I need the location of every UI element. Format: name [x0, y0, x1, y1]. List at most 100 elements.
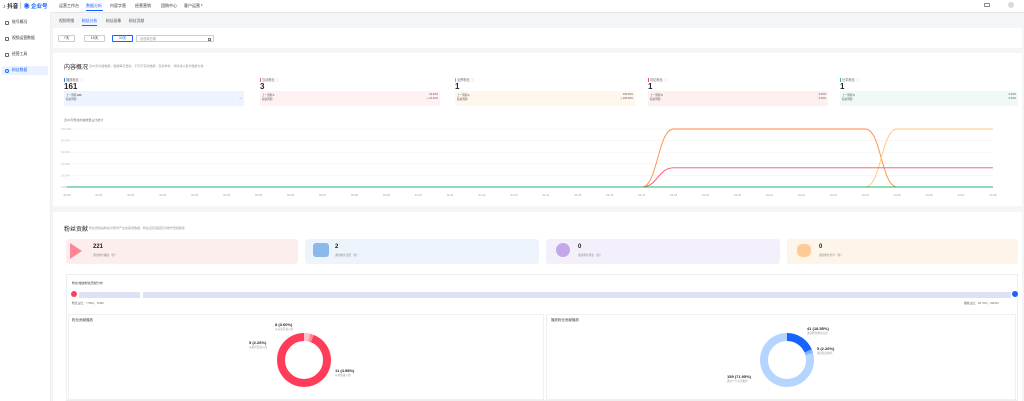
metric-compare-box: 上一周期 0 0.00% 较前周期 0.00% [840, 91, 1018, 106]
row-value: 1 [273, 94, 275, 97]
info-icon[interactable]: ⓘ [471, 77, 474, 82]
row-key: 较前周期 [650, 98, 661, 101]
share-icon [797, 244, 811, 257]
row-percent: 0.00% [1008, 97, 1016, 100]
nav-content[interactable]: 内容字营 [110, 3, 126, 9]
info-icon[interactable]: ⓘ [856, 77, 859, 82]
segment-label: 通过个人主页推荐 [727, 380, 748, 383]
metric-like-fans: 点赞粉丝 ⓘ 1 上一周期 1 100.00% 较前周期 + 100.00% [455, 77, 635, 106]
donut-title-right: 播放粉丝贡献播放 [551, 318, 579, 322]
x-tick-label: 04-23 [830, 193, 837, 197]
donut-right-label-1: 41 (18.55%) 通过粉丝推荐关注 [807, 326, 829, 335]
series-line-2 [67, 167, 993, 188]
fan-card-value: 221 [93, 244, 104, 250]
chart-caption: 近30天粉丝的播放量占比统计 [64, 118, 104, 122]
fan-dot-icon [71, 291, 77, 297]
message-icon[interactable] [984, 3, 990, 7]
sidebar-item-fans[interactable]: 粉丝数据 [2, 66, 48, 75]
douyin-logo[interactable]: ♪ 抖音 [3, 2, 18, 10]
enterprise-logo[interactable]: ◉ 企业号 [24, 2, 48, 10]
nav-group-buy[interactable]: 团购中心 [161, 3, 177, 9]
x-tick-label: 04-13 [511, 193, 518, 197]
y-tick-label: 100.00% [61, 127, 72, 131]
enterprise-icon: ◉ [24, 4, 30, 10]
metric-value: 161 [64, 82, 78, 91]
y-tick-label: 80.00% [61, 139, 70, 143]
nav-data-analysis[interactable]: 数据分析 [86, 3, 102, 9]
y-tick-label: 60.00% [61, 150, 70, 154]
row-percent: + 100.00% [620, 97, 633, 100]
bar-left-label: 粉丝占比：7.56%，15/60 [72, 301, 104, 305]
fan-card-comments: 0 通过粉丝评论（次） [546, 239, 780, 264]
info-icon[interactable]: ⓘ [276, 77, 279, 82]
x-tick-label: 04-27 [958, 193, 965, 197]
app-name: 抖音 [7, 4, 19, 10]
sidebar-item-overview[interactable]: 账号概况 [2, 18, 48, 27]
segment-label: 通过粉丝推荐关注 [807, 332, 828, 335]
row-key: 较前周期 [262, 98, 273, 101]
comment-icon [556, 243, 570, 257]
tab-video-detail[interactable]: 视频明细 [59, 19, 74, 24]
tab-fan-contribution[interactable]: 粉丝贡献 [129, 19, 144, 24]
x-tick-label: 04-12 [479, 193, 486, 197]
x-tick-label: 04-28 [990, 193, 997, 197]
x-tick-label: 03-31 [95, 193, 102, 197]
x-tick-label: 04-26 [926, 193, 933, 197]
filter-7-days-button[interactable]: 7天 [58, 35, 75, 42]
y-tick-label: 20.00% [61, 173, 70, 177]
metric-value: 1 [840, 82, 845, 91]
x-tick-label: 04-19 [702, 193, 709, 197]
fan-ratio-line-chart: 100.00% 80.00% 60.00% 40.00% 20.00% 0.00% 03-3… [61, 125, 997, 200]
donut-chart-left [277, 333, 331, 387]
donut-chart-right [760, 333, 814, 387]
sidebar-item-video-data[interactable]: 视频运营数据 [2, 34, 48, 43]
segment-label: 从推荐页进入的 [249, 346, 268, 349]
partner-name: 企业号 [31, 4, 48, 10]
x-tick-label: 04-01 [127, 193, 134, 197]
play-icon [70, 243, 82, 259]
x-tick-label: 04-21 [766, 193, 773, 197]
x-tick-label: 04-11 [447, 193, 454, 197]
filter-30-days-button[interactable]: 30天 [112, 35, 133, 42]
user-icon [5, 68, 9, 73]
x-tick-label: 04-17 [638, 193, 645, 197]
fan-section-desc: 粉丝贡献是粉丝对账号产生的各项数据，粉丝活跃度越高对账号贡献越多 [89, 226, 186, 230]
top-bar [0, 0, 1024, 13]
bar-right-label: 播放占比：92.76%，89/321 [964, 301, 999, 305]
nav-workbench[interactable]: 运营工作台 [59, 3, 79, 9]
metric-compare-box: 上一周期 1 100.00% 较前周期 + 100.00% [455, 91, 635, 106]
fan-card-shares: 0 通过粉丝分享（次） [787, 239, 1018, 264]
row-value: 0 [853, 94, 855, 97]
info-icon[interactable]: ⓘ [664, 77, 667, 82]
nav-marketing[interactable]: 经营营销 [135, 3, 151, 9]
like-icon [313, 243, 329, 257]
sidebar-item-tools[interactable]: 经营工具 [2, 50, 48, 59]
x-tick-label: 04-02 [159, 193, 166, 197]
x-tick-label: 04-25 [894, 193, 901, 197]
calendar-icon [208, 37, 211, 41]
row-value: 1 [468, 94, 470, 97]
nav-customer[interactable]: 客户运营 [184, 3, 200, 9]
metric-compare-box: 上一周期 1 33.33% 较前周期 + 22.22% [260, 91, 440, 106]
metric-compare-box: 上一周期 193 较前周期 — [64, 91, 244, 106]
avatar[interactable] [1008, 2, 1014, 8]
tab-fan-profile[interactable]: 粉丝画像 [106, 19, 121, 24]
metric-play-fans: 播放粉丝 ⓘ 161 上一周期 193 较前周期 — [64, 77, 244, 106]
x-tick-label: 04-06 [287, 193, 294, 197]
date-picker[interactable]: 请选择日期 [136, 35, 214, 42]
x-tick-label: 04-22 [798, 193, 805, 197]
metric-comment-fans: 评论粉丝 ⓘ 1 上一周期 0 0.00% 较前周期 0.00% [648, 77, 828, 106]
row-percent: + 22.22% [426, 97, 438, 100]
fan-card-label: 通过粉丝播放（次） [93, 254, 118, 257]
donut-left-label-2: 5 (2.26%) 从推荐页进入的 [249, 340, 267, 349]
fan-card-value: 2 [335, 244, 339, 250]
line-chart-svg: 100.00%80.00%60.00%40.00%20.00%0.00%03-3… [61, 127, 997, 197]
chevron-down-icon[interactable]: ▾ [201, 3, 203, 7]
x-tick-label: 04-04 [223, 193, 230, 197]
info-icon[interactable]: ⓘ [80, 77, 83, 82]
filter-15-days-button[interactable]: 15天 [84, 35, 105, 42]
segment-label: 从关注页进入的 [275, 328, 294, 331]
x-tick-label: 04-08 [351, 193, 358, 197]
donut-left-label-3: 11 (4.98%) 从搜索进入的 [335, 368, 354, 377]
tab-fan-analysis[interactable]: 粉丝分析 [82, 19, 97, 24]
